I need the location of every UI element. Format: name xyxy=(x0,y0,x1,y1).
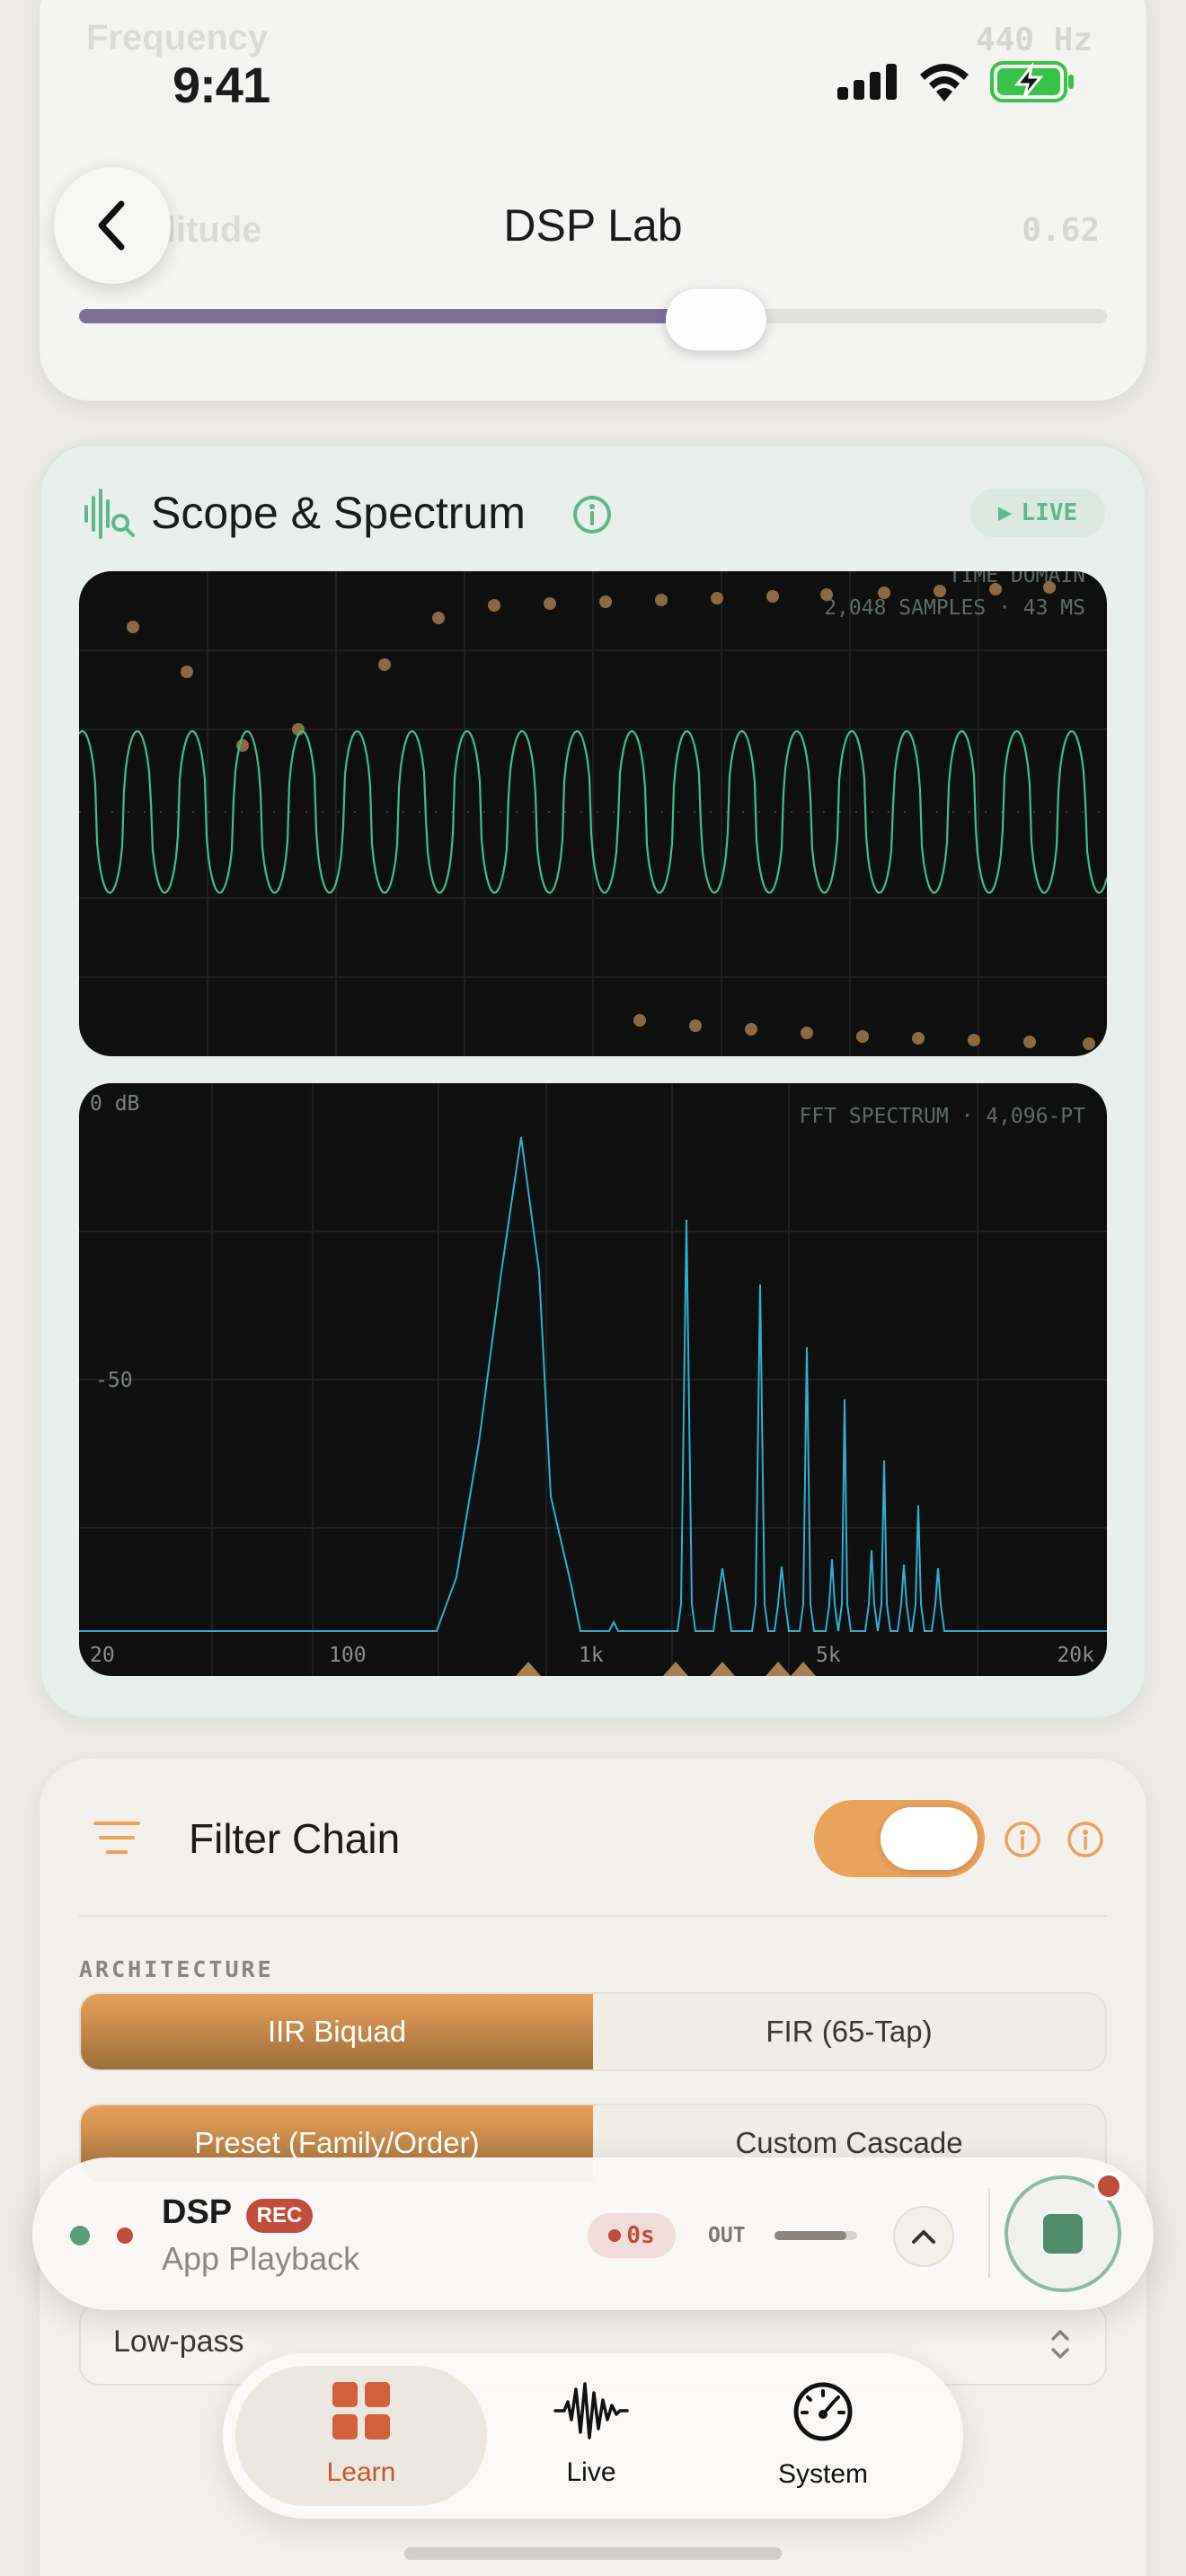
amplitude-slider-fill xyxy=(79,309,716,323)
fft-tick-1k: 1k xyxy=(579,1644,604,1667)
elapsed-time-pill: 0s xyxy=(588,2213,676,2258)
filter-chain-title: Filter Chain xyxy=(189,1815,401,1862)
fft-tick-20k: 20k xyxy=(1057,1644,1094,1667)
amplitude-slider-thumb[interactable] xyxy=(666,289,766,350)
home-indicator xyxy=(404,2547,782,2560)
play-icon: ▶ xyxy=(997,499,1013,526)
tab-live[interactable]: Live xyxy=(474,2380,708,2488)
tab-live-label: Live xyxy=(566,2457,616,2487)
chevron-updown-icon xyxy=(1051,2330,1069,2359)
waveform-search-icon xyxy=(84,489,135,539)
fft-label: FFT SPECTRUM · 4,096-PT xyxy=(799,1105,1086,1128)
status-icons xyxy=(836,61,1076,102)
recording-indicator-dot xyxy=(1094,2172,1123,2201)
frequency-value: 440 Hz xyxy=(975,22,1093,58)
battery-charging-icon xyxy=(990,61,1074,102)
tab-learn-label: Learn xyxy=(326,2457,396,2487)
toggle-knob xyxy=(881,1807,978,1870)
player-title: DSP xyxy=(162,2193,233,2231)
fft-tick-20: 20 xyxy=(90,1644,115,1667)
status-time: 9:41 xyxy=(173,57,270,113)
segment-fir-65-tap[interactable]: FIR (65-Tap) xyxy=(593,1994,1105,2069)
fft-plot xyxy=(79,1083,1107,1676)
segment-iir-biquad[interactable]: IIR Biquad xyxy=(81,1994,593,2069)
filter-type-value: Low-pass xyxy=(113,2325,244,2359)
player-subtitle: App Playback xyxy=(162,2240,360,2277)
tab-system-label: System xyxy=(777,2459,869,2489)
gauge-icon xyxy=(793,2382,853,2441)
status-dot-green xyxy=(70,2226,90,2245)
expand-button[interactable] xyxy=(893,2206,954,2267)
fft-db-top: 0 dB xyxy=(90,1092,140,1116)
time-domain-label: TIME DOMAIN xyxy=(948,571,1085,587)
time-domain-plot xyxy=(79,571,1107,1056)
fft-tick-5k: 5k xyxy=(816,1644,841,1667)
info-icon[interactable] xyxy=(1003,1820,1042,1859)
page-title: DSP Lab xyxy=(503,200,683,251)
divider xyxy=(79,1915,1107,1917)
rec-dot-icon xyxy=(608,2229,622,2242)
elapsed-time: 0s xyxy=(626,2222,655,2249)
out-level-fill xyxy=(774,2231,846,2240)
architecture-segmented-control: IIR Biquad FIR (65-Tap) xyxy=(79,1992,1107,2071)
fft-tick-100: 100 xyxy=(329,1644,367,1667)
info-icon[interactable] xyxy=(1066,1820,1105,1859)
info-icon[interactable] xyxy=(571,494,613,535)
fft-db-mid: -50 xyxy=(95,1369,133,1392)
grid-icon xyxy=(332,2382,390,2439)
frequency-label: Frequency xyxy=(86,18,269,57)
scope-card-title: Scope & Spectrum xyxy=(151,488,526,538)
status-dot-red xyxy=(117,2228,133,2244)
time-domain-meta: 2,048 SAMPLES · 43 MS xyxy=(824,596,1085,620)
chevron-up-icon xyxy=(912,2230,935,2244)
live-badge: ▶ LIVE xyxy=(970,489,1105,537)
tab-learn[interactable]: Learn xyxy=(244,2380,478,2488)
out-label: OUT xyxy=(708,2224,746,2247)
wifi-icon xyxy=(920,64,969,101)
live-label: LIVE xyxy=(1021,499,1078,526)
tab-system[interactable]: System xyxy=(706,2380,940,2490)
waveform-icon xyxy=(553,2382,629,2439)
architecture-label: ARCHITECTURE xyxy=(79,1956,274,1982)
separator xyxy=(988,2188,990,2278)
rec-badge: REC xyxy=(246,2199,313,2233)
filter-lines-icon xyxy=(93,1822,140,1854)
time-domain-scope: TIME DOMAIN 2,048 SAMPLES · 43 MS xyxy=(79,571,1107,1056)
fft-spectrum: 0 dB -50 FFT SPECTRUM · 4,096-PT 20 100 … xyxy=(79,1083,1107,1676)
cellular-signal-icon xyxy=(837,64,897,100)
stop-icon xyxy=(1043,2214,1083,2254)
